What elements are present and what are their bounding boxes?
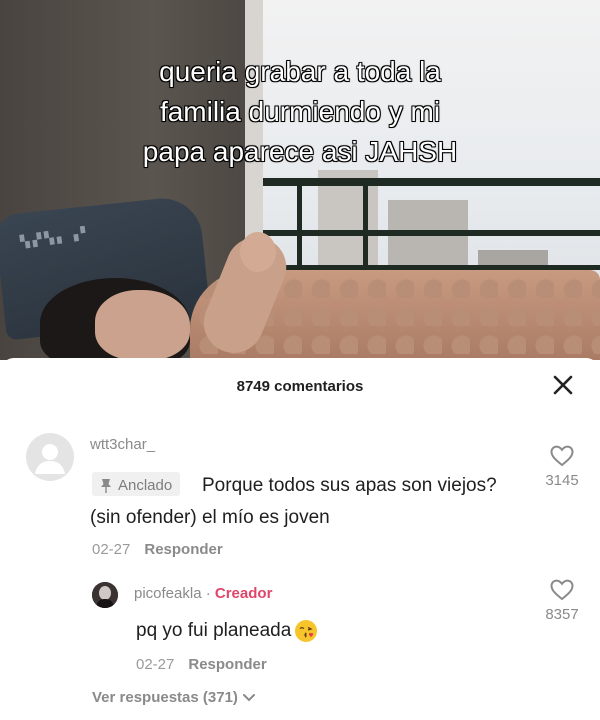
comments-count-title: 8749 comentarios bbox=[236, 378, 364, 395]
caption-line: queria grabar a toda la bbox=[159, 56, 441, 87]
hand bbox=[240, 232, 276, 272]
view-replies-button[interactable]: Ver respuestas (371) bbox=[92, 689, 256, 706]
reply-user-line: picofeakla · Creador bbox=[134, 585, 272, 602]
reply-text-row: pq yo fui planeada bbox=[136, 619, 318, 643]
creator-badge: Creador bbox=[214, 585, 273, 602]
chevron-down-icon bbox=[242, 693, 255, 701]
pin-icon bbox=[101, 478, 111, 493]
kissing-face-emoji bbox=[295, 620, 318, 642]
caption-line: familia durmiendo y mi bbox=[159, 96, 441, 127]
balcony-rail bbox=[263, 230, 600, 236]
pinned-label: Anclado bbox=[118, 476, 173, 494]
reply-like[interactable]: 8357 bbox=[537, 578, 587, 623]
building bbox=[318, 170, 378, 280]
comments-sheet: 8749 comentarios wtt3char_ Porque todos … bbox=[0, 358, 600, 720]
reply-avatar[interactable] bbox=[92, 582, 118, 608]
reply-button[interactable]: Responder bbox=[188, 656, 266, 673]
balcony-rail bbox=[263, 178, 600, 186]
reply-button[interactable]: Responder bbox=[144, 541, 222, 558]
face bbox=[95, 290, 190, 360]
close-icon[interactable] bbox=[550, 372, 576, 398]
comment-username[interactable]: wtt3char_ bbox=[90, 436, 155, 453]
comment-meta: 02-27 Responder bbox=[92, 541, 223, 558]
like-count: 3145 bbox=[545, 472, 579, 489]
comment-like[interactable]: 3145 bbox=[537, 444, 587, 489]
user-photo-icon bbox=[92, 582, 118, 608]
caption-line: papa aparece asi JAHSH bbox=[142, 136, 458, 167]
comment-date: 02-27 bbox=[92, 541, 131, 558]
like-count: 8357 bbox=[545, 606, 579, 623]
separator: · bbox=[205, 585, 211, 602]
pinned-badge: Anclado bbox=[92, 472, 181, 496]
reply-date: 02-27 bbox=[136, 656, 175, 673]
video-frame[interactable]: ▚▞▚▖▗▘ queria grabar a toda la familia d… bbox=[0, 0, 600, 360]
view-replies-label: Ver respuestas (371) bbox=[92, 689, 238, 706]
default-avatar-icon bbox=[35, 444, 65, 474]
reply-text: pq yo fui planeada bbox=[136, 620, 292, 641]
video-caption: queria grabar a toda la familia durmiend… bbox=[0, 52, 600, 172]
heart-outline-icon[interactable] bbox=[549, 444, 575, 468]
heart-outline-icon[interactable] bbox=[549, 578, 575, 602]
reply-username[interactable]: picofeakla bbox=[134, 585, 202, 602]
avatar[interactable] bbox=[26, 433, 74, 481]
reply-meta: 02-27 Responder bbox=[136, 656, 267, 673]
